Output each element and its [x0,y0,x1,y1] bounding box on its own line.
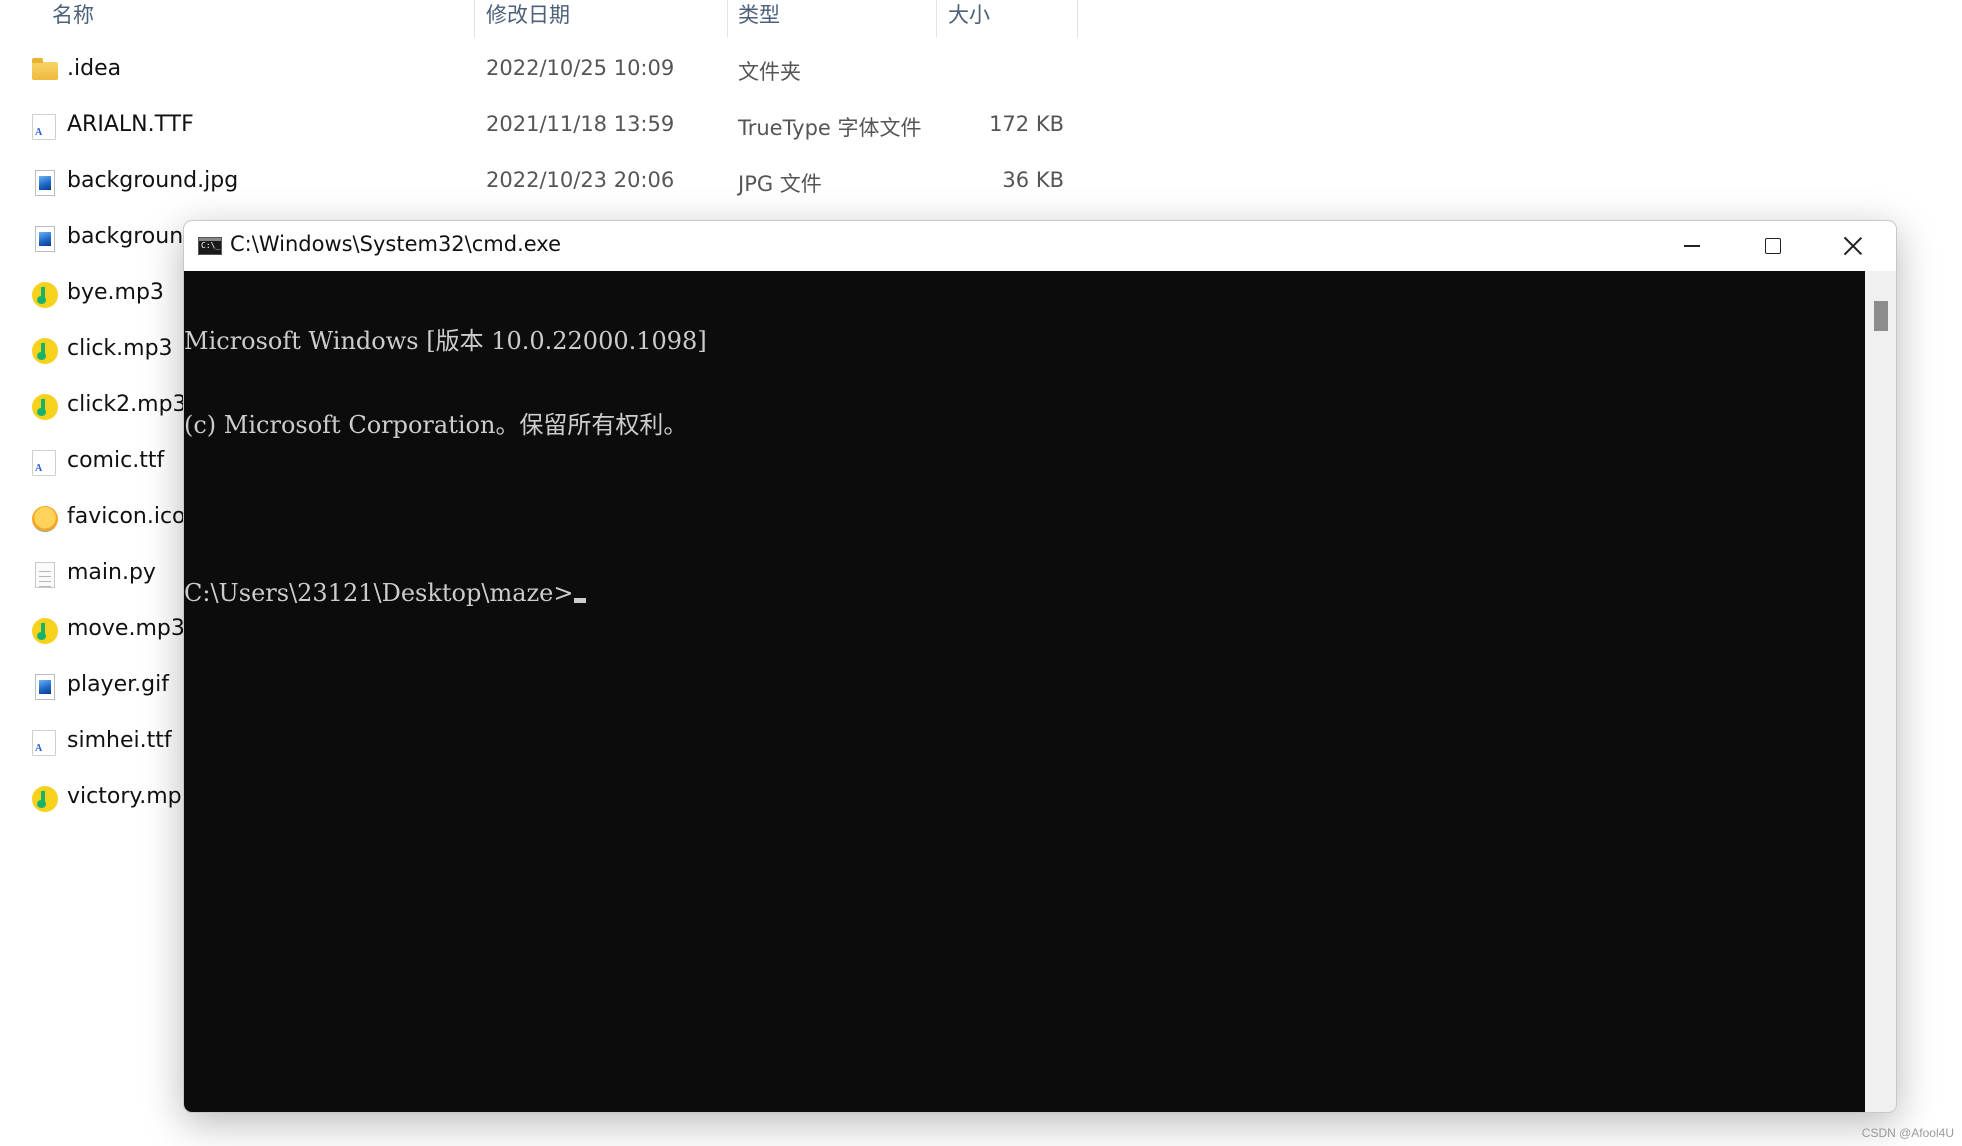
column-header-type[interactable]: 类型 [738,0,780,38]
file-date: 2022/10/23 20:06 [486,168,675,192]
column-header-date[interactable]: 修改日期 [486,0,570,38]
window-title: C:\Windows\System32\cmd.exe [230,232,561,256]
file-name: main.py [67,560,156,585]
file-row[interactable]: .idea 2022/10/25 10:09 文件夹 [0,44,1100,100]
file-name: click.mp3 [67,336,173,361]
music-file-icon [32,618,58,644]
file-name: click2.mp3 [67,392,187,417]
file-type: TrueType 字体文件 [738,116,922,140]
close-button[interactable] [1813,221,1893,271]
file-name: victory.mp3 [67,784,196,809]
column-divider[interactable] [1077,0,1078,38]
file-name: favicon.ico [67,504,186,529]
file-name: bye.mp3 [67,280,164,305]
font-file-icon [32,114,56,140]
column-divider[interactable] [936,0,937,38]
title-bar[interactable]: C:\Windows\System32\cmd.exe [184,221,1896,271]
file-name: comic.ttf [67,448,165,473]
vertical-scrollbar[interactable] [1865,271,1896,1112]
music-file-icon [32,338,58,364]
text-cursor [574,598,587,603]
terminal-console[interactable]: Microsoft Windows [版本 10.0.22000.1098] (… [184,271,1865,1112]
file-name: player.gif [67,672,169,697]
terminal-line: (c) Microsoft Corporation。保留所有权利。 [184,411,688,439]
file-size: 36 KB [1002,168,1064,192]
watermark: CSDN @Afool4U [1861,1126,1954,1140]
file-row[interactable]: background.jpg 2022/10/23 20:06 JPG 文件 36 K… [0,156,1100,212]
column-divider[interactable] [727,0,728,38]
column-header-name[interactable]: 名称 [52,0,94,38]
file-size: 172 KB [989,112,1064,136]
terminal-prompt-line: C:\Users\23121\Desktop\maze> [184,579,707,607]
cmd-window[interactable]: C:\Windows\System32\cmd.exe Microsoft Wi… [183,220,1897,1113]
file-name: simhei.ttf [67,728,172,753]
minimize-icon [1684,245,1700,247]
image-file-icon [35,226,55,252]
image-file-icon [35,170,55,196]
terminal-prompt: C:\Users\23121\Desktop\maze> [184,579,574,607]
text-file-icon [35,562,55,588]
music-file-icon [32,282,58,308]
terminal-line: Microsoft Windows [版本 10.0.22000.1098] [184,327,707,355]
maximize-button[interactable] [1733,221,1813,271]
minimize-button[interactable] [1652,221,1732,271]
file-name: background.jpg [67,168,239,193]
font-file-icon [32,730,56,756]
file-type: 文件夹 [738,60,801,84]
font-file-icon [32,450,56,476]
emoji-file-icon [32,506,58,532]
file-date: 2022/10/25 10:09 [486,56,675,80]
image-file-icon [35,674,55,700]
file-row[interactable]: ARIALN.TTF 2021/11/18 13:59 TrueType 字体文件 1… [0,100,1100,156]
music-file-icon [32,394,58,420]
file-name: move.mp3 [67,616,185,641]
file-name: .idea [67,56,122,81]
maximize-icon [1765,238,1781,254]
column-header-size[interactable]: 大小 [948,0,990,38]
cmd-icon[interactable] [198,237,222,255]
column-divider[interactable] [474,0,475,38]
file-date: 2021/11/18 13:59 [486,112,675,136]
scrollbar-thumb[interactable] [1874,301,1888,331]
folder-icon [32,58,58,80]
terminal-output: Microsoft Windows [版本 10.0.22000.1098] (… [184,271,707,663]
close-icon [1844,237,1862,255]
music-file-icon [32,786,58,812]
file-name: background [67,224,198,249]
file-name: ARIALN.TTF [67,112,194,137]
file-type: JPG 文件 [738,172,822,196]
